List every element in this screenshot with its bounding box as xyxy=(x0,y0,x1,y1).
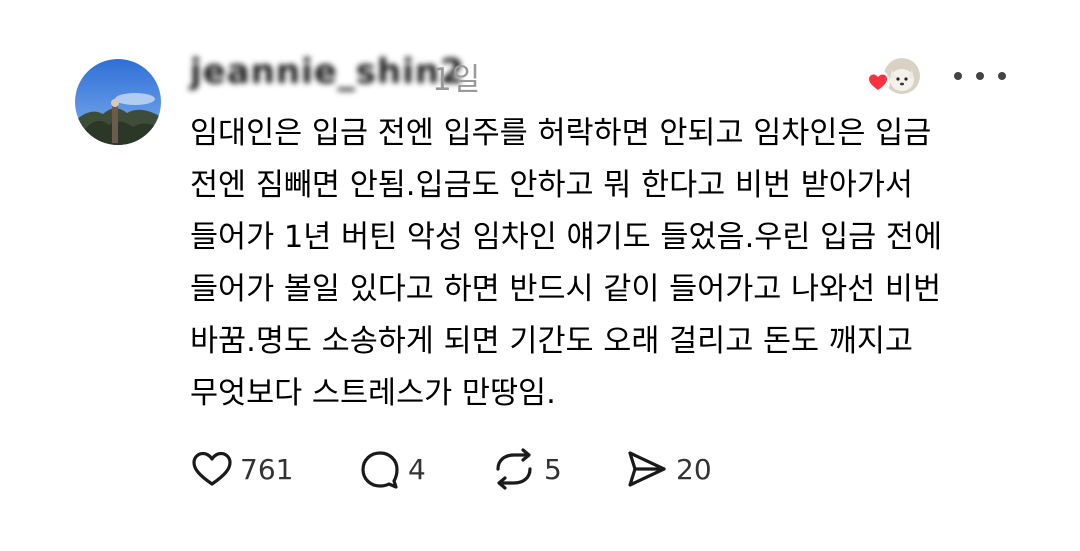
reply-button[interactable]: 4 xyxy=(358,443,426,495)
like-button[interactable]: 761 xyxy=(190,443,293,495)
post-text-line: 들어가 1년 버틴 악성 임차인 얘기도 들었음.우린 입금 전에 xyxy=(190,220,943,255)
speech-bubble-icon xyxy=(361,451,399,489)
repost-count: 5 xyxy=(544,452,562,486)
post-body: 임대인은 입금 전엔 입주를 허락하면 안되고 임차인은 입금 전엔 짐빼면 안… xyxy=(190,108,1050,420)
share-count: 20 xyxy=(676,452,712,486)
share-button[interactable]: 20 xyxy=(624,443,712,495)
post-text-line: 들어가 볼일 있다고 하면 반드시 같이 들어가고 나와선 비번 xyxy=(190,272,941,307)
more-dot xyxy=(954,72,962,80)
send-arrow-icon xyxy=(628,451,666,487)
more-dot xyxy=(998,72,1006,80)
like-count: 761 xyxy=(240,452,294,486)
author-username[interactable]: jeannie_shin2 xyxy=(190,52,465,92)
author-avatar[interactable] xyxy=(75,59,161,145)
post-text-line: 무엇보다 스트레스가 만땅임. xyxy=(190,376,556,411)
repost-button[interactable]: 5 xyxy=(490,443,562,495)
red-heart-icon xyxy=(866,70,890,94)
action-bar: 761 4 5 20 xyxy=(190,443,790,495)
more-options-button[interactable] xyxy=(954,62,1006,90)
post-text-line: 전엔 짐빼면 안됨.입금도 안하고 뭐 한다고 비번 받아가서 xyxy=(190,168,913,203)
post-timestamp: 1일 xyxy=(432,62,481,98)
post-text-line: 바꿈.명도 소송하게 되면 기간도 오래 걸리고 돈도 깨지고 xyxy=(190,324,913,359)
more-dot xyxy=(976,72,984,80)
repost-arrows-icon xyxy=(496,448,532,490)
heart-outline-icon xyxy=(192,451,232,486)
reply-count: 4 xyxy=(408,452,426,486)
liked-by-indicator[interactable] xyxy=(866,56,922,96)
post-text-line: 임대인은 입금 전엔 입주를 허락하면 안되고 임차인은 입금 xyxy=(190,116,932,151)
